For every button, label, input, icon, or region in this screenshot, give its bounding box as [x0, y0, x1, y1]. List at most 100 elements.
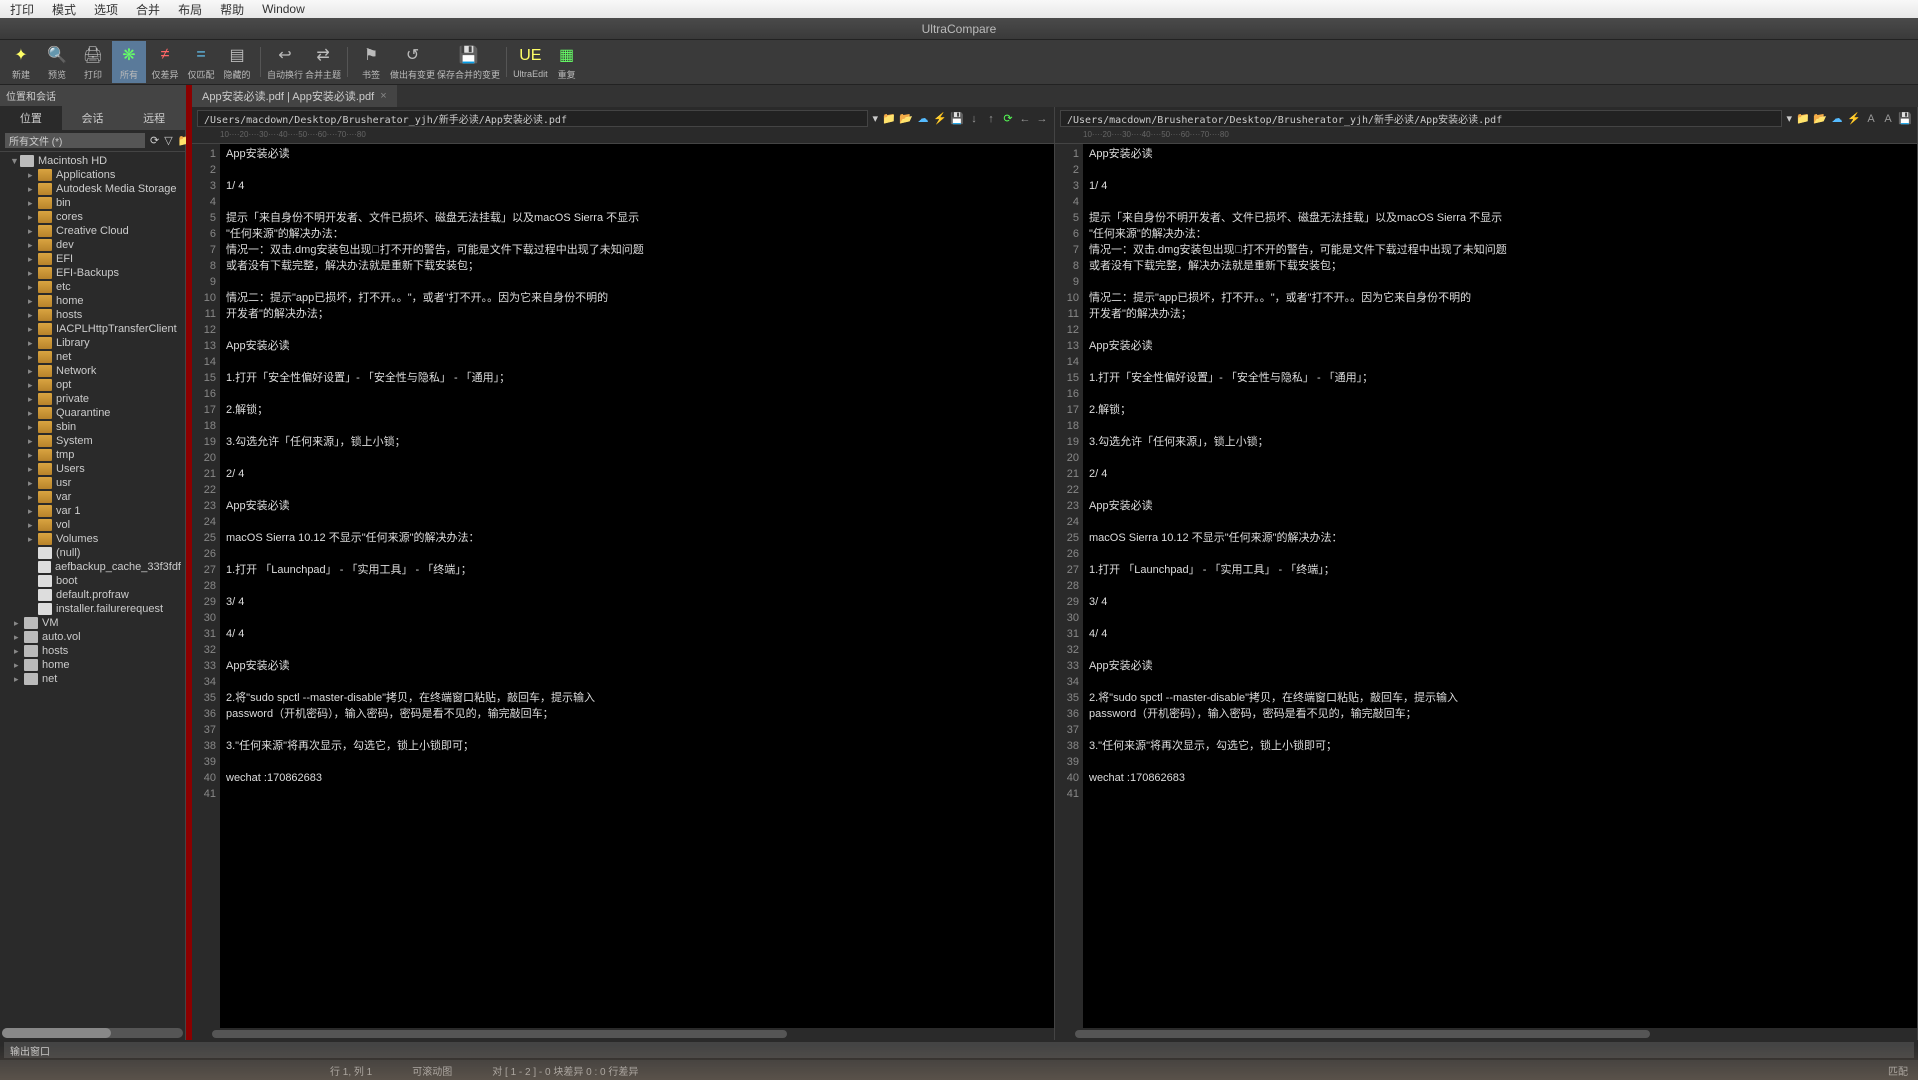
tree-item[interactable]: ▸IACPLHttpTransferClient [0, 322, 185, 336]
tree-item[interactable]: ▸tmp [0, 448, 185, 462]
tree-item[interactable]: ▸var [0, 490, 185, 504]
tree-item[interactable]: ▸usr [0, 476, 185, 490]
filter-icon[interactable]: ▽ [164, 134, 172, 147]
tree-item[interactable]: ▸EFI [0, 252, 185, 266]
tree-item[interactable]: (null) [0, 546, 185, 560]
folder-icon [38, 533, 52, 545]
menu-print[interactable]: 打印 [10, 1, 34, 18]
left-path-input[interactable] [197, 110, 868, 127]
match-only-button[interactable]: =仅匹配 [184, 41, 218, 83]
tree-item[interactable]: ▸etc [0, 280, 185, 294]
save-button[interactable]: 💾保存合并的变更 [437, 41, 500, 83]
menu-mode[interactable]: 模式 [52, 1, 76, 18]
tree-item[interactable]: ▸System [0, 434, 185, 448]
tab-remote[interactable]: 远程 [123, 106, 185, 130]
tree-item[interactable]: ▸opt [0, 378, 185, 392]
tree-item[interactable]: ▸Volumes [0, 532, 185, 546]
text-icon[interactable]: A [1864, 112, 1878, 126]
code-view-right[interactable]: App安装必读1/ 4提示「来自身份不明开发者、文件已损坏、磁盘无法挂载」以及m… [1083, 144, 1917, 1028]
tree-item[interactable]: ▸Library [0, 336, 185, 350]
tab-location[interactable]: 位置 [0, 106, 62, 130]
tree-item[interactable]: ▸dev [0, 238, 185, 252]
tree-item[interactable]: ▸vol [0, 518, 185, 532]
refresh-icon[interactable]: ⟳ [150, 134, 159, 147]
tree-label: home [56, 295, 84, 307]
folder-icon [38, 393, 52, 405]
close-icon[interactable]: × [380, 90, 386, 102]
lightning-icon[interactable]: ⚡ [1847, 112, 1861, 126]
duplicate-button[interactable]: ▦重复 [550, 41, 584, 83]
all-button[interactable]: ❋所有 [112, 41, 146, 83]
tree-item[interactable]: ▸Autodesk Media Storage [0, 182, 185, 196]
tree-item[interactable]: ▸home [0, 294, 185, 308]
save-icon[interactable]: 💾 [950, 112, 964, 126]
cloud-icon[interactable]: ☁ [1830, 112, 1844, 126]
doc-tab[interactable]: App安装必读.pdf | App安装必读.pdf × [192, 85, 397, 107]
dropdown-icon[interactable]: ▾ [872, 112, 878, 125]
tree-item[interactable]: ▸EFI-Backups [0, 266, 185, 280]
menu-options[interactable]: 选项 [94, 1, 118, 18]
menu-help[interactable]: 帮助 [220, 1, 244, 18]
tab-session[interactable]: 会话 [62, 106, 124, 130]
file-tree[interactable]: ▼ Macintosh HD ▸Applications▸Autodesk Me… [0, 152, 185, 1026]
ignore-button[interactable]: ↺做出有变更 [390, 41, 435, 83]
folder-icon [38, 463, 52, 475]
lightning-icon[interactable]: ⚡ [933, 112, 947, 126]
tree-item[interactable]: ▸sbin [0, 420, 185, 434]
new-button[interactable]: ✦新建 [4, 41, 38, 83]
output-panel-header[interactable]: 输出窗口 [4, 1042, 1914, 1058]
up-icon[interactable]: ↑ [984, 112, 998, 126]
menubar: 打印 模式 选项 合并 布局 帮助 Window [0, 0, 1918, 18]
tree-item[interactable]: ▸VM [0, 616, 185, 630]
hide-button[interactable]: ▤隐藏的 [220, 41, 254, 83]
tree-item[interactable]: ▸private [0, 392, 185, 406]
tree-item[interactable]: default.profraw [0, 588, 185, 602]
save-icon[interactable]: 💾 [1898, 112, 1912, 126]
tree-item[interactable]: aefbackup_cache_33f3fdf [0, 560, 185, 574]
tree-item[interactable]: ▸var 1 [0, 504, 185, 518]
tree-item[interactable]: ▸Applications [0, 168, 185, 182]
tree-item[interactable]: ▸bin [0, 196, 185, 210]
hscrollbar[interactable] [192, 1028, 1054, 1040]
filter-input[interactable] [5, 133, 145, 148]
tree-item[interactable]: ▸Creative Cloud [0, 224, 185, 238]
tree-item[interactable]: ▸auto.vol [0, 630, 185, 644]
tree-item[interactable]: ▸home [0, 658, 185, 672]
tree-item[interactable]: ▸cores [0, 210, 185, 224]
code-view-left[interactable]: App安装必读1/ 4提示「来自身份不明开发者、文件已损坏、磁盘无法挂载」以及m… [220, 144, 1054, 1028]
refresh-icon[interactable]: ⟳ [1001, 112, 1015, 126]
tree-item[interactable]: ▸hosts [0, 644, 185, 658]
tree-item[interactable]: ▸hosts [0, 308, 185, 322]
merge-button[interactable]: ⇄合并主题 [305, 41, 341, 83]
down-icon[interactable]: ↓ [967, 112, 981, 126]
folder-open-icon[interactable]: 📁 [882, 112, 896, 126]
tree-disk[interactable]: ▼ Macintosh HD [0, 154, 185, 168]
wrap-button[interactable]: ↩自动换行 [267, 41, 303, 83]
dropdown-icon[interactable]: ▾ [1786, 112, 1792, 125]
cloud-icon[interactable]: ☁ [916, 112, 930, 126]
tree-hscrollbar[interactable] [2, 1028, 183, 1038]
right-path-input[interactable] [1060, 110, 1782, 127]
bookmark-button[interactable]: ⚑书签 [354, 41, 388, 83]
menu-merge[interactable]: 合并 [136, 1, 160, 18]
tree-item[interactable]: boot [0, 574, 185, 588]
tree-item[interactable]: ▸Quarantine [0, 406, 185, 420]
preview-button[interactable]: 🔍预览 [40, 41, 74, 83]
folder-icon[interactable]: 📂 [1813, 112, 1827, 126]
tree-item[interactable]: ▸Network [0, 364, 185, 378]
folder-icon[interactable]: 📂 [899, 112, 913, 126]
tree-item[interactable]: ▸net [0, 350, 185, 364]
print-button[interactable]: 🖨打印 [76, 41, 110, 83]
menu-layout[interactable]: 布局 [178, 1, 202, 18]
forward-icon[interactable]: → [1035, 112, 1049, 126]
diff-only-button[interactable]: ≠仅差异 [148, 41, 182, 83]
tree-item[interactable]: installer.failurerequest [0, 602, 185, 616]
tree-item[interactable]: ▸net [0, 672, 185, 686]
menu-window[interactable]: Window [262, 2, 305, 16]
hscrollbar[interactable] [1055, 1028, 1917, 1040]
back-icon[interactable]: ← [1018, 112, 1032, 126]
folder-open-icon[interactable]: 📁 [1796, 112, 1810, 126]
text-icon[interactable]: A [1881, 112, 1895, 126]
tree-item[interactable]: ▸Users [0, 462, 185, 476]
ultraedit-button[interactable]: UEUltraEdit [513, 41, 548, 83]
